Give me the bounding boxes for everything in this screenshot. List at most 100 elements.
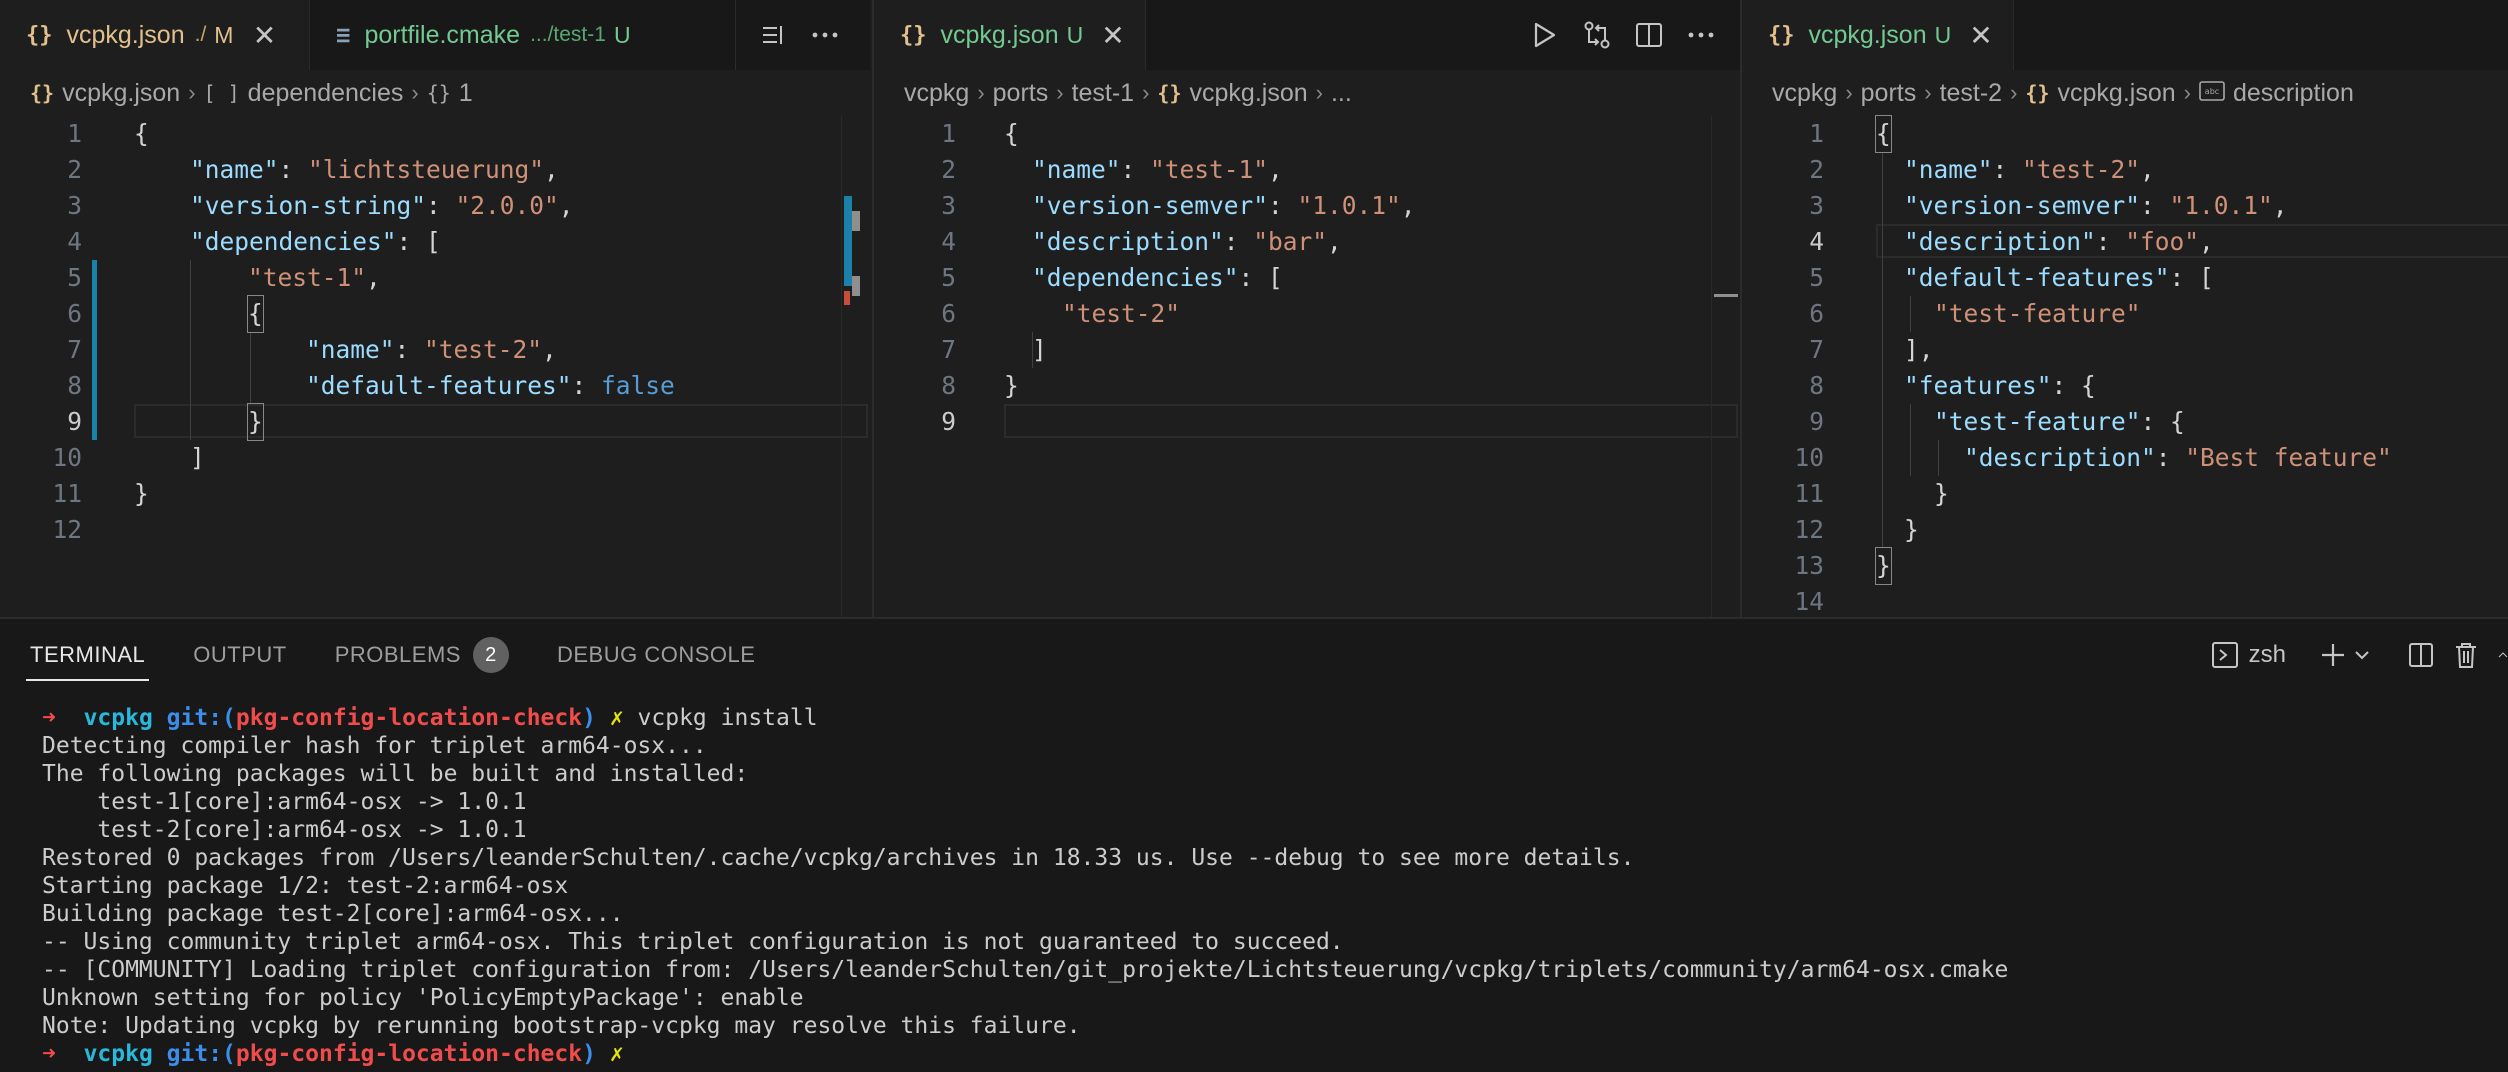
terminal-line: Note: Updating vcpkg by rerunning bootst…	[42, 1013, 1081, 1039]
terminal-output[interactable]: ➜ vcpkg git:(pkg-config-location-check) …	[42, 704, 2508, 1068]
chevron-right-icon: ›	[411, 80, 419, 105]
json-file-icon: {}	[26, 22, 53, 48]
split-editor-icon[interactable]	[1634, 20, 1664, 50]
close-icon[interactable]: ✕	[1101, 19, 1124, 52]
chevron-right-icon: ›	[1845, 80, 1853, 105]
tab-problems-label: PROBLEMS	[334, 642, 461, 667]
tab-title: vcpkg.json	[66, 20, 185, 49]
tab-debug-console[interactable]: DEBUG CONSOLE	[557, 619, 755, 691]
line-number: 3	[941, 191, 956, 220]
line-number: 8	[1809, 371, 1824, 400]
terminal-line: test-2[core]:arm64-osx -> 1.0.1	[42, 817, 527, 843]
breadcrumb-item[interactable]: vcpkg	[1772, 79, 1837, 108]
line-number: 4	[941, 227, 956, 256]
breadcrumb-item[interactable]: 1	[459, 79, 473, 108]
code-editor[interactable]: 1 { 2 "name": "test-1", 3 "version-semver":…	[874, 116, 1740, 617]
code-editor[interactable]: 1 { 2 "name": "test-2", 3 "version-semver":…	[1742, 115, 2508, 617]
tab-vcpkg-json-root[interactable]: {} vcpkg.json ./ M ✕	[0, 0, 310, 70]
vertical-scrollbar[interactable]	[841, 116, 870, 617]
tab-vcpkg-json-test-1[interactable]: {} vcpkg.json U ✕	[874, 0, 1146, 70]
git-status-modified: M	[214, 21, 234, 48]
ellipsis-icon[interactable]	[810, 20, 840, 50]
close-icon[interactable]: ✕	[1969, 19, 1992, 52]
code-text: "name": "test-2",	[1904, 155, 2155, 184]
code-text: "description": "Best feature"	[1964, 443, 2392, 472]
code-text: }	[134, 479, 149, 508]
tab-problems[interactable]: PROBLEMS 2	[335, 619, 509, 691]
line-number: 2	[1809, 155, 1824, 184]
terminal-line: test-1[core]:arm64-osx -> 1.0.1	[42, 789, 527, 815]
chevron-right-icon: ›	[1924, 80, 1932, 105]
git-status-untracked: U	[1934, 21, 1952, 48]
hidden-tabs-icon[interactable]	[758, 20, 788, 50]
line-number: 7	[67, 335, 82, 364]
line-number: 11	[1794, 479, 1824, 508]
code-text: {	[1004, 119, 1019, 148]
line-number: 1	[67, 119, 82, 148]
tab-actions	[758, 0, 840, 70]
git-status-untracked: U	[613, 21, 631, 48]
breadcrumb-item[interactable]: vcpkg.json	[2058, 79, 2176, 108]
terminal-line: Restored 0 packages from /Users/leanderS…	[42, 845, 1635, 871]
close-icon[interactable]: ✕	[251, 19, 277, 52]
git-status-untracked: U	[1066, 21, 1084, 48]
code-text: "dependencies": [	[1032, 263, 1283, 292]
breadcrumb-item[interactable]: vcpkg.json	[1190, 79, 1308, 108]
breadcrumb-item[interactable]: ports	[993, 79, 1049, 108]
git-compare-icon[interactable]	[1582, 20, 1612, 50]
terminal-line: Unknown setting for policy 'PolicyEmptyP…	[42, 985, 804, 1011]
code-text: "name": "lichtsteuerung",	[190, 155, 559, 184]
play-icon[interactable]	[1530, 20, 1560, 50]
line-number: 6	[941, 299, 956, 328]
breadcrumb-item[interactable]: ...	[1331, 79, 1352, 108]
tab-portfile-cmake[interactable]: ≡ portfile.cmake .../test-1 U	[310, 0, 736, 70]
line-number: 6	[1809, 299, 1824, 328]
trash-icon[interactable]	[2454, 641, 2478, 669]
split-terminal-icon[interactable]	[2408, 642, 2434, 668]
breadcrumb-item[interactable]: test-2	[1940, 79, 2003, 108]
chevron-up-icon[interactable]	[2498, 648, 2508, 662]
code-text: "version-string": "2.0.0",	[190, 191, 574, 220]
object-icon: {}	[426, 81, 451, 105]
code-text: "test-2"	[1062, 299, 1181, 328]
tab-title: portfile.cmake	[364, 20, 521, 49]
tab-description: .../test-1	[530, 23, 606, 46]
code-text: "description": "foo",	[1904, 227, 2214, 256]
chevron-down-icon[interactable]	[2354, 649, 2370, 661]
vertical-scrollbar[interactable]	[1711, 116, 1740, 617]
editor-group-1: {} vcpkg.json ./ M ✕ ≡ portfile.cmake ..…	[0, 0, 870, 617]
ellipsis-icon[interactable]	[1686, 20, 1716, 50]
breadcrumb-item[interactable]: vcpkg	[904, 79, 969, 108]
code-text: }	[1904, 515, 1919, 544]
line-number: 7	[941, 335, 956, 364]
shell-name: zsh	[2248, 641, 2286, 668]
code-text: "version-semver": "1.0.1",	[1032, 191, 1416, 220]
breadcrumb-item[interactable]: ports	[1861, 79, 1917, 108]
breadcrumb-item[interactable]: dependencies	[248, 79, 404, 108]
breadcrumb-item[interactable]: test-1	[1072, 79, 1135, 108]
line-number: 10	[52, 443, 82, 472]
json-file-icon: {}	[1157, 81, 1182, 105]
tab-terminal[interactable]: TERMINAL	[25, 619, 150, 691]
json-file-icon: {}	[30, 81, 55, 105]
editor-group-3: {} vcpkg.json U ✕ vcpkg › ports › test-2…	[1740, 0, 2508, 617]
terminal-shell-selector[interactable]: zsh	[2211, 641, 2286, 669]
code-text: "description": "bar",	[1032, 227, 1342, 256]
tab-actions	[1530, 0, 1716, 70]
line-number: 12	[1794, 515, 1824, 544]
code-text: "test-feature": {	[1934, 407, 2185, 436]
problems-count-badge: 2	[472, 637, 509, 673]
line-number: 4	[1809, 227, 1824, 256]
tab-output[interactable]: OUTPUT	[193, 619, 286, 691]
chevron-right-icon: ›	[1056, 80, 1064, 105]
code-text: ]	[190, 443, 205, 472]
tab-vcpkg-json-test-2[interactable]: {} vcpkg.json U ✕	[1742, 0, 2014, 70]
bracket-match: }	[247, 403, 264, 441]
line-number: 8	[941, 371, 956, 400]
code-editor[interactable]: 1 { 2 "name": "lichtsteuerung", 3 "version-…	[0, 116, 870, 617]
terminal-line: Starting package 1/2: test-2:arm64-osx	[42, 873, 569, 899]
plus-icon[interactable]	[2320, 642, 2346, 668]
line-number: 2	[941, 155, 956, 184]
breadcrumb-item[interactable]: description	[2233, 79, 2354, 108]
breadcrumb-item[interactable]: vcpkg.json	[62, 79, 180, 108]
